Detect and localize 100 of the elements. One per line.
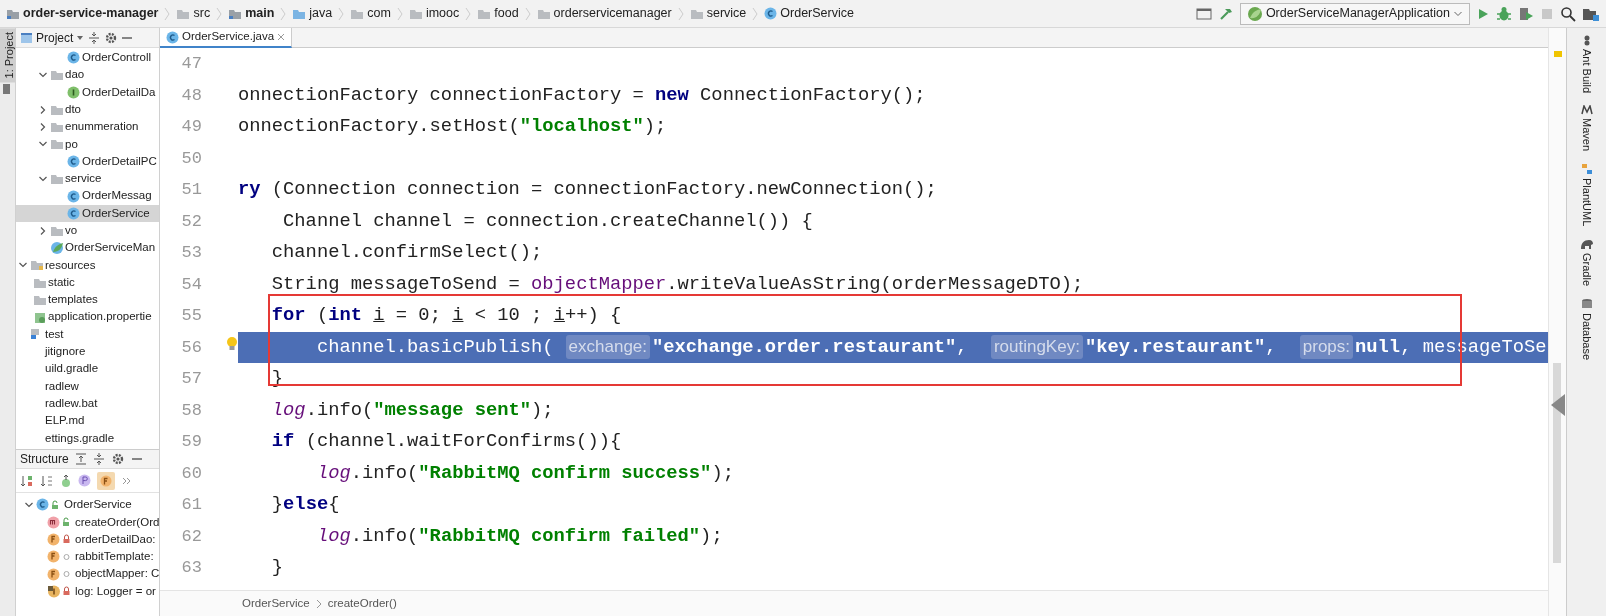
separator-icon [164, 6, 171, 21]
properties-file-icon [33, 310, 47, 324]
tree-item-label[interactable]: OrderControll [82, 49, 152, 67]
scrollbar-thumb[interactable] [1553, 363, 1561, 563]
triangle-icon[interactable] [1550, 393, 1566, 417]
tree-item-label[interactable]: application.propertie [48, 308, 152, 326]
more-icon[interactable] [121, 475, 133, 486]
selected-tree-row[interactable]: OrderService [16, 204, 159, 222]
database-icon[interactable] [1580, 298, 1593, 311]
code-text: "exchange.order.restaurant", [652, 334, 969, 360]
tree-item-label[interactable]: service [65, 170, 102, 188]
tree-item-label[interactable]: enummeration [65, 118, 139, 136]
sort-by-visibility-icon[interactable] [20, 473, 34, 488]
lightbulb-icon[interactable] [226, 335, 238, 352]
settings-icon[interactable] [104, 30, 119, 45]
class-icon [166, 30, 179, 44]
run-icon[interactable] [1476, 6, 1490, 21]
separator-icon [465, 6, 472, 21]
breadcrumb-item[interactable]: imooc [425, 4, 460, 23]
code-text: log.info("RabbitMQ confirm failed"); [315, 523, 723, 549]
tree-item-label[interactable]: resources [45, 256, 96, 274]
tree-item-label[interactable]: rabbitTemplate: [75, 548, 154, 566]
lock-icon [62, 534, 71, 545]
tool-window-tab[interactable]: PlantUML [1578, 178, 1595, 227]
tree-item-label[interactable]: log: Logger = or [75, 582, 156, 600]
tree-item-label[interactable]: OrderService [82, 204, 150, 222]
settings-icon[interactable] [110, 452, 125, 467]
tree-item-label[interactable]: po [65, 135, 78, 153]
tree-item-label[interactable]: createOrder(Ord [75, 513, 159, 531]
tool-window-tab[interactable]: Database [1578, 313, 1595, 361]
breadcrumb-item[interactable]: java [309, 4, 333, 23]
spring-class-icon [50, 241, 64, 255]
code-text: for (int i = 0; i < 10 ; i++) { [270, 303, 622, 328]
tree-item-label[interactable]: orderDetailDao: [75, 530, 156, 549]
folder-icon [350, 7, 365, 20]
tree-item-label[interactable]: OrderServiceMan [65, 239, 156, 257]
method-icon [47, 515, 60, 529]
tree-row[interactable]: OrderMessag [16, 187, 159, 205]
breadcrumb-item[interactable]: main [245, 4, 275, 23]
tree-item-label[interactable]: ettings.gradle [45, 429, 115, 447]
code-text: Channel channel = connection.createChannel()) { [282, 208, 813, 234]
tool-window-tab[interactable]: Ant Build [1578, 49, 1595, 94]
field-icon [47, 532, 60, 546]
tree-item-label[interactable]: OrderDetailDa [82, 83, 156, 101]
folder-icon [50, 138, 64, 151]
elephant-icon[interactable] [1579, 238, 1594, 251]
tree-item-label[interactable]: objectMapper: C [75, 565, 159, 583]
line-number: 60 [181, 463, 202, 483]
search-icon[interactable] [1560, 5, 1576, 22]
breadcrumb-item[interactable]: food [494, 4, 519, 23]
bug-icon[interactable] [1496, 5, 1512, 22]
tree-item-label[interactable]: dao [65, 66, 85, 84]
tree-item-label[interactable]: static [48, 273, 75, 292]
breadcrumb-item[interactable]: OrderService [242, 594, 310, 613]
module-icon [6, 7, 20, 20]
tree-item-label[interactable]: ELP.md [45, 412, 85, 430]
breadcrumb-item[interactable]: src [193, 4, 211, 23]
lock-icon [62, 586, 71, 597]
show-inherited-icon[interactable] [60, 473, 72, 488]
line-number: 50 [181, 148, 202, 168]
collapse-all-icon[interactable] [92, 452, 105, 467]
caret-icon[interactable] [76, 33, 85, 42]
tool-window-tab[interactable]: Maven [1578, 118, 1595, 152]
close-icon[interactable] [277, 33, 286, 41]
breadcrumb-item[interactable]: service [706, 4, 747, 23]
tree-item-label[interactable]: templates [48, 291, 98, 309]
show-properties-icon[interactable] [78, 474, 91, 488]
tree-item-label[interactable]: radlew.bat [45, 394, 98, 413]
tree-item-label[interactable]: jitignore [45, 343, 86, 361]
module-icon [228, 7, 243, 20]
code-text: if (channel.waitForConfirms()){ [270, 429, 622, 454]
coverage-icon[interactable] [1518, 5, 1534, 22]
tree-item-label[interactable]: dto [65, 100, 81, 119]
window-icon[interactable] [1195, 6, 1212, 21]
tool-window-tab[interactable]: Gradle [1578, 253, 1595, 287]
project-tool-tab[interactable]: 1: Project [0, 28, 15, 83]
code-text: log.info("RabbitMQ confirm success"); [315, 460, 734, 486]
maven-icon[interactable] [1579, 105, 1594, 116]
breadcrumb-item[interactable]: order-service-manager [23, 4, 159, 23]
folder-icon [536, 7, 551, 20]
tree-item-label[interactable]: OrderMessag [82, 187, 152, 205]
tree-item-label[interactable]: OrderService [64, 496, 132, 514]
editor-tab[interactable]: OrderService.java [160, 28, 293, 48]
diagram-icon[interactable] [1580, 163, 1593, 176]
collapse-all-icon[interactable] [87, 30, 102, 45]
spring-app-icon [1246, 6, 1263, 21]
run-configuration-dropdown[interactable]: OrderServiceManagerApplication [1239, 2, 1470, 25]
breadcrumb-item[interactable]: OrderService [780, 4, 854, 23]
separator-icon [396, 6, 403, 21]
breadcrumb-item[interactable]: createOrder() [327, 594, 397, 613]
tree-item-label[interactable]: uild.gradle [45, 360, 99, 378]
tree-item-label[interactable]: test [45, 325, 64, 343]
show-fields-icon[interactable] [100, 474, 112, 487]
tree-item-label[interactable]: radlew [45, 377, 79, 395]
code-text: String messageToSend = objectMapper.writeValueAsString(orderMessageDTO); [270, 271, 1084, 297]
tree-item-label[interactable]: vo [65, 222, 78, 240]
line-number: 63 [181, 558, 202, 577]
breadcrumb-item[interactable]: com [367, 4, 391, 23]
breadcrumb-item[interactable]: orderservicemanager [553, 4, 672, 23]
tree-item-label[interactable]: OrderDetailPC [82, 152, 157, 171]
